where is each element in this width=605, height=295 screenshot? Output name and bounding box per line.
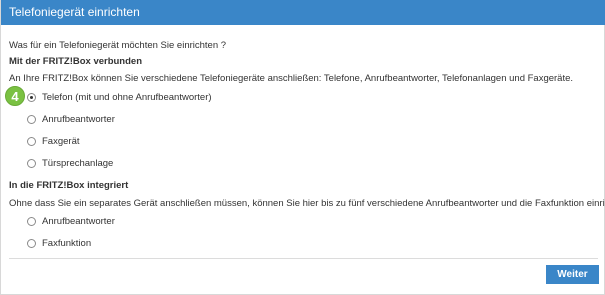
radio-tuersprechanlage[interactable] bbox=[27, 159, 36, 168]
section-description-connected: An Ihre FRITZ!Box können Sie verschieden… bbox=[9, 73, 574, 84]
option-label-anrufbeantworter-integrated[interactable]: Anrufbeantworter bbox=[42, 216, 115, 227]
option-label-faxfunktion[interactable]: Faxfunktion bbox=[42, 238, 91, 249]
step-number-badge: 4 bbox=[5, 86, 25, 106]
section-description-integrated: Ohne dass Sie ein separates Gerät anschl… bbox=[9, 198, 605, 209]
section-heading-integrated: In die FRITZ!Box integriert bbox=[9, 180, 129, 191]
radio-faxgeraet[interactable] bbox=[27, 137, 36, 146]
option-label-telefon[interactable]: Telefon (mit und ohne Anrufbeantworter) bbox=[42, 92, 212, 103]
radio-telefon[interactable] bbox=[27, 93, 36, 102]
next-button[interactable]: Weiter bbox=[546, 265, 599, 284]
question-text: Was für ein Telefoniegerät möchten Sie e… bbox=[9, 40, 227, 51]
dialog-title: Telefoniegerät einrichten bbox=[9, 5, 140, 19]
radio-anrufbeantworter-integrated[interactable] bbox=[27, 217, 36, 226]
footer-divider bbox=[9, 258, 598, 259]
option-label-anrufbeantworter-connected[interactable]: Anrufbeantworter bbox=[42, 114, 115, 125]
section-heading-connected: Mit der FRITZ!Box verbunden bbox=[9, 56, 142, 67]
dialog-titlebar: Telefoniegerät einrichten bbox=[1, 0, 605, 25]
radio-anrufbeantworter-connected[interactable] bbox=[27, 115, 36, 124]
radio-faxfunktion[interactable] bbox=[27, 239, 36, 248]
option-label-tuersprechanlage[interactable]: Türsprechanlage bbox=[42, 158, 113, 169]
dialog-frame: Telefoniegerät einrichten Was für ein Te… bbox=[0, 0, 605, 295]
option-label-faxgeraet[interactable]: Faxgerät bbox=[42, 136, 80, 147]
